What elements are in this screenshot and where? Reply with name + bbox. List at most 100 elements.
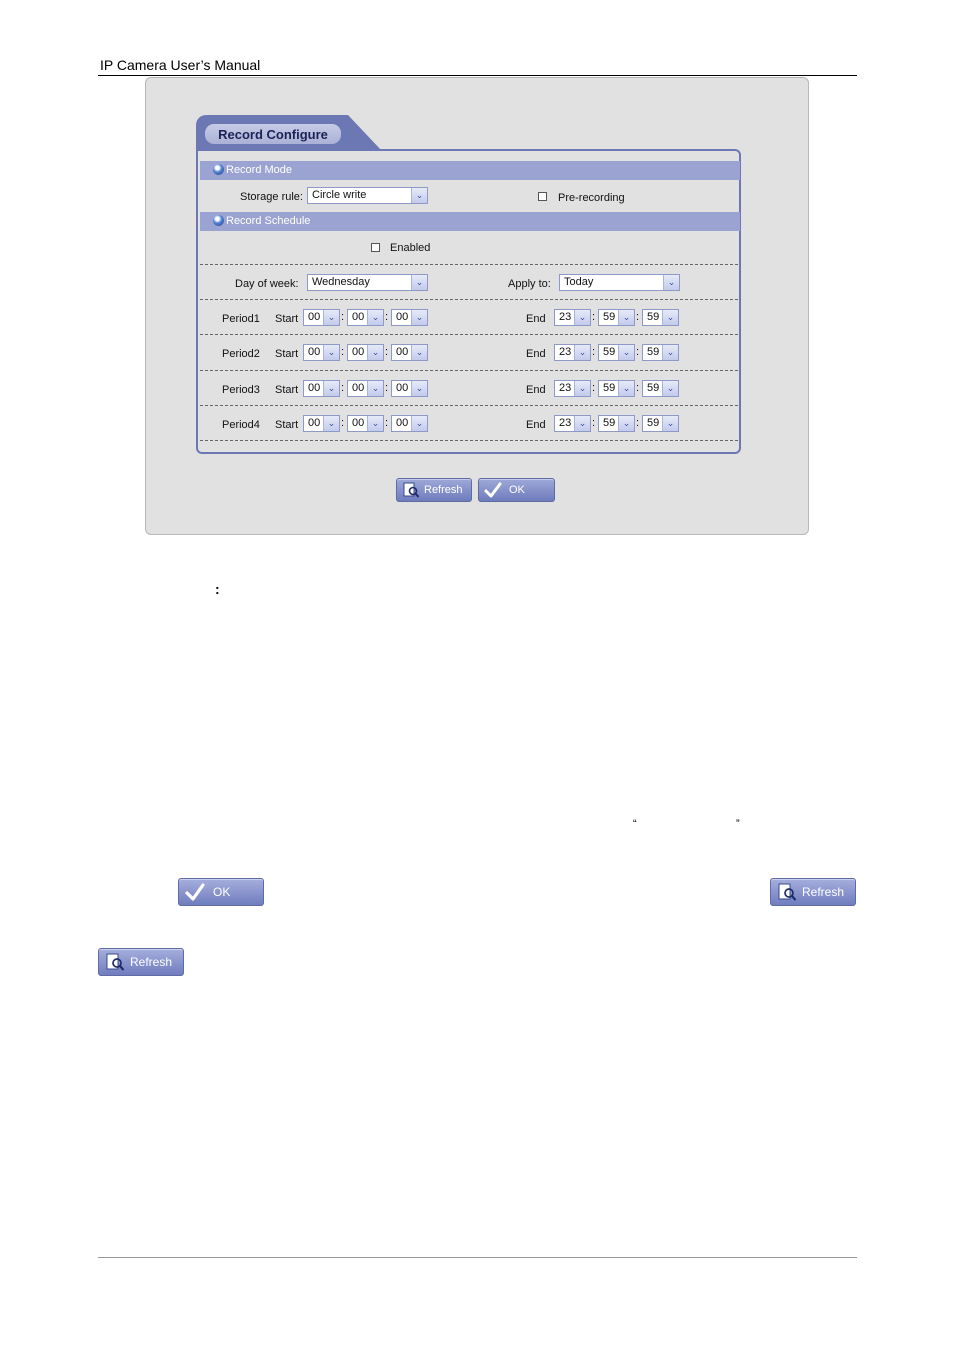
open-quote: “: [633, 818, 637, 830]
start-label: Start: [275, 313, 299, 325]
chevron-down-icon[interactable]: ⌄: [411, 381, 427, 396]
chevron-down-icon[interactable]: ⌄: [367, 416, 383, 431]
end-second-value: 59: [647, 346, 660, 358]
end-minute-value: 59: [603, 382, 616, 394]
chevron-down-icon[interactable]: ⌄: [662, 345, 678, 360]
pre-recording-checkbox[interactable]: [538, 192, 547, 201]
chevron-down-icon[interactable]: ⌄: [574, 416, 590, 431]
chevron-down-icon[interactable]: ⌄: [323, 310, 339, 325]
start-minute-select[interactable]: 00 ⌄: [347, 380, 384, 397]
end-label: End: [526, 419, 546, 431]
start-hour-select[interactable]: 00 ⌄: [303, 309, 340, 326]
end-label: End: [526, 313, 546, 325]
chevron-down-icon[interactable]: ⌄: [411, 188, 427, 203]
end-second-select[interactable]: 59 ⌄: [642, 415, 679, 432]
end-minute-select[interactable]: 59 ⌄: [598, 309, 635, 326]
chevron-down-icon[interactable]: ⌄: [411, 416, 427, 431]
time-colon: :: [341, 311, 345, 323]
record-configure-tab-label[interactable]: Record Configure: [205, 124, 341, 144]
checkmark-icon: [185, 883, 205, 901]
end-hour-select[interactable]: 23 ⌄: [554, 344, 591, 361]
chevron-down-icon[interactable]: ⌄: [367, 310, 383, 325]
chevron-down-icon[interactable]: ⌄: [662, 310, 678, 325]
time-colon: :: [636, 311, 640, 323]
start-label: Start: [275, 419, 299, 431]
end-hour-value: 23: [559, 417, 572, 429]
chevron-down-icon[interactable]: ⌄: [411, 275, 427, 290]
time-colon: :: [636, 382, 640, 394]
chevron-down-icon[interactable]: ⌄: [662, 381, 678, 396]
end-minute-select[interactable]: 59 ⌄: [598, 415, 635, 432]
chevron-down-icon[interactable]: ⌄: [411, 345, 427, 360]
start-second-select[interactable]: 00 ⌄: [391, 344, 428, 361]
start-hour-value: 00: [308, 382, 321, 394]
end-second-select[interactable]: 59 ⌄: [642, 380, 679, 397]
time-colon: :: [341, 417, 345, 429]
chevron-down-icon[interactable]: ⌄: [367, 345, 383, 360]
start-hour-select[interactable]: 00 ⌄: [303, 344, 340, 361]
end-second-select[interactable]: 59 ⌄: [642, 344, 679, 361]
day-of-week-select[interactable]: Wednesday ⌄: [307, 274, 428, 291]
chevron-down-icon[interactable]: ⌄: [574, 310, 590, 325]
chevron-down-icon[interactable]: ⌄: [663, 275, 679, 290]
end-minute-select[interactable]: 59 ⌄: [598, 344, 635, 361]
refresh-button-inline[interactable]: Refresh: [98, 948, 184, 976]
ok-button-inline[interactable]: OK: [178, 878, 264, 906]
start-second-select[interactable]: 00 ⌄: [391, 309, 428, 326]
end-label: End: [526, 384, 546, 396]
divider: [200, 440, 738, 441]
start-second-select[interactable]: 00 ⌄: [391, 380, 428, 397]
time-colon: :: [385, 382, 389, 394]
start-hour-select[interactable]: 00 ⌄: [303, 415, 340, 432]
chevron-down-icon[interactable]: ⌄: [574, 381, 590, 396]
chevron-down-icon[interactable]: ⌄: [411, 310, 427, 325]
start-second-select[interactable]: 00 ⌄: [391, 415, 428, 432]
divider: [200, 405, 738, 406]
time-colon: :: [592, 417, 596, 429]
chevron-down-icon[interactable]: ⌄: [618, 345, 634, 360]
chevron-down-icon[interactable]: ⌄: [618, 416, 634, 431]
chevron-down-icon[interactable]: ⌄: [323, 381, 339, 396]
enabled-checkbox[interactable]: [371, 243, 380, 252]
start-second-value: 00: [396, 417, 409, 429]
chevron-down-icon[interactable]: ⌄: [574, 345, 590, 360]
end-hour-select[interactable]: 23 ⌄: [554, 415, 591, 432]
chevron-down-icon[interactable]: ⌄: [662, 416, 678, 431]
time-colon: :: [341, 382, 345, 394]
end-second-value: 59: [647, 382, 660, 394]
start-hour-select[interactable]: 00 ⌄: [303, 380, 340, 397]
start-hour-value: 00: [308, 346, 321, 358]
ok-button[interactable]: OK: [478, 478, 555, 502]
refresh-button[interactable]: Refresh: [396, 478, 472, 502]
end-minute-select[interactable]: 59 ⌄: [598, 380, 635, 397]
document-header-title: IP Camera User’s Manual: [100, 57, 261, 73]
end-hour-select[interactable]: 23 ⌄: [554, 309, 591, 326]
record-mode-section-label: Record Mode: [226, 164, 293, 176]
start-minute-value: 00: [352, 382, 365, 394]
start-minute-value: 00: [352, 311, 365, 323]
start-minute-select[interactable]: 00 ⌄: [347, 415, 384, 432]
chevron-down-icon[interactable]: ⌄: [618, 310, 634, 325]
start-hour-value: 00: [308, 417, 321, 429]
end-hour-value: 23: [559, 382, 572, 394]
end-hour-select[interactable]: 23 ⌄: [554, 380, 591, 397]
pre-recording-label: Pre-recording: [558, 192, 625, 204]
chevron-down-icon[interactable]: ⌄: [323, 416, 339, 431]
refresh-button-inline[interactable]: Refresh: [770, 878, 856, 906]
end-second-select[interactable]: 59 ⌄: [642, 309, 679, 326]
end-hour-value: 23: [559, 311, 572, 323]
start-second-value: 00: [396, 382, 409, 394]
day-of-week-value: Wednesday: [312, 276, 370, 288]
start-minute-select[interactable]: 00 ⌄: [347, 309, 384, 326]
start-label: Start: [275, 348, 299, 360]
apply-to-select[interactable]: Today ⌄: [559, 274, 680, 291]
header-divider: [98, 75, 857, 76]
chevron-down-icon[interactable]: ⌄: [618, 381, 634, 396]
chevron-down-icon[interactable]: ⌄: [367, 381, 383, 396]
refresh-icon: [778, 883, 797, 901]
start-minute-select[interactable]: 00 ⌄: [347, 344, 384, 361]
chevron-down-icon[interactable]: ⌄: [323, 345, 339, 360]
storage-rule-select[interactable]: Circle write ⌄: [307, 187, 428, 204]
refresh-icon: [403, 482, 420, 498]
time-colon: :: [341, 346, 345, 358]
